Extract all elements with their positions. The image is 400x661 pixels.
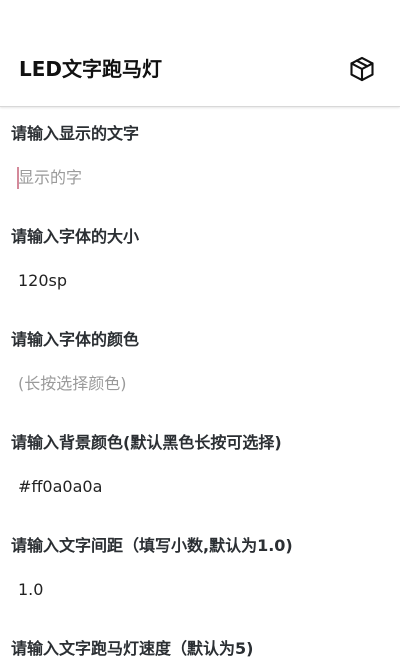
background-color-input[interactable] bbox=[18, 474, 378, 500]
letter-spacing-input[interactable] bbox=[18, 577, 378, 603]
text-input[interactable] bbox=[18, 165, 378, 191]
app-bar: LED文字跑马灯 bbox=[0, 0, 400, 107]
scroll-speed-label: 请输入文字跑马灯速度（默认为5) bbox=[11, 639, 254, 658]
package-icon bbox=[350, 56, 374, 82]
font-color-label: 请输入字体的颜色 bbox=[11, 330, 140, 349]
scroll-speed-group: 请输入文字跑马灯速度（默认为5) bbox=[0, 622, 400, 661]
font-size-group: 请输入字体的大小 bbox=[0, 210, 400, 313]
font-color-input[interactable] bbox=[18, 371, 378, 397]
background-color-label: 请输入背景颜色(默认黑色长按可选择) bbox=[11, 433, 282, 452]
text-cursor bbox=[17, 167, 19, 189]
font-color-group: 请输入字体的颜色 bbox=[0, 313, 400, 416]
text-field-label: 请输入显示的文字 bbox=[11, 124, 140, 143]
background-color-group: 请输入背景颜色(默认黑色长按可选择) bbox=[0, 416, 400, 519]
font-size-input[interactable] bbox=[18, 268, 378, 294]
text-field-group: 请输入显示的文字 bbox=[0, 107, 400, 210]
letter-spacing-label: 请输入文字间距（填写小数,默认为1.0) bbox=[11, 536, 293, 555]
app-title: LED文字跑马灯 bbox=[19, 57, 163, 81]
package-button[interactable] bbox=[346, 53, 378, 85]
letter-spacing-group: 请输入文字间距（填写小数,默认为1.0) bbox=[0, 519, 400, 622]
font-size-label: 请输入字体的大小 bbox=[11, 227, 140, 246]
